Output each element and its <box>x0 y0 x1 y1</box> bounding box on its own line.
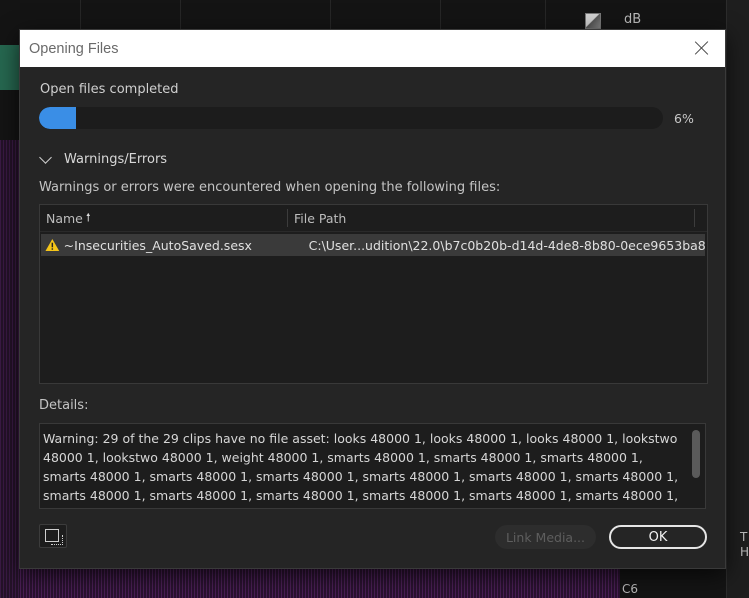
opening-files-dialog: Opening Files Open files completed 6% Wa… <box>20 30 725 568</box>
bg-frequency-label: C6 <box>622 582 639 596</box>
file-path-cell: C:\User...udition\22.0\b7c0b20b-d14d-4de… <box>308 237 705 253</box>
column-header-file-path[interactable]: File Path <box>288 211 694 226</box>
table-header: Name 🠕 File Path <box>40 205 707 232</box>
bg-side-label: H <box>740 545 749 559</box>
details-text: Warning: 29 of the 29 clips have no file… <box>43 431 679 508</box>
files-table: Name 🠕 File Path ~Insecurities_AutoSaved… <box>39 204 708 384</box>
column-divider[interactable] <box>694 209 695 227</box>
close-icon[interactable] <box>693 39 711 57</box>
section-description: Warnings or errors were encountered when… <box>39 180 501 195</box>
progress-bar-fill <box>39 107 77 129</box>
section-title: Warnings/Errors <box>64 152 168 167</box>
status-text: Open files completed <box>40 82 179 97</box>
details-scrollbar[interactable] <box>692 430 700 478</box>
bg-db-label: dB <box>624 12 642 27</box>
bg-side-label: T <box>740 530 748 544</box>
table-row[interactable]: ~Insecurities_AutoSaved.sesx C:\User...u… <box>41 234 705 256</box>
file-name-cell: ~Insecurities_AutoSaved.sesx <box>63 237 252 253</box>
chevron-down-icon <box>39 151 52 164</box>
bg-spectral-bottom <box>20 568 620 598</box>
warning-icon <box>45 239 60 251</box>
details-label: Details: <box>39 398 89 413</box>
bg-waveform-green <box>0 45 20 90</box>
column-header-name[interactable]: Name 🠕 <box>40 209 287 228</box>
sort-ascending-icon: 🠕 <box>85 210 91 224</box>
link-media-button: Link Media... <box>495 525 596 549</box>
progress-percent: 6% <box>674 111 694 126</box>
popout-button[interactable] <box>39 524 67 548</box>
warnings-errors-toggle[interactable]: Warnings/Errors <box>38 151 168 167</box>
dialog-titlebar[interactable]: Opening Files <box>20 30 725 67</box>
details-textarea[interactable]: Warning: 29 of the 29 clips have no file… <box>39 423 706 509</box>
bg-zoom-icon[interactable] <box>585 13 601 29</box>
bg-right-panel <box>726 0 749 598</box>
progress-bar <box>39 107 663 129</box>
ok-button[interactable]: OK <box>609 525 707 549</box>
dotted-frame-icon <box>51 535 63 545</box>
dialog-title: Opening Files <box>29 40 119 57</box>
bg-spectral-left <box>0 140 20 598</box>
